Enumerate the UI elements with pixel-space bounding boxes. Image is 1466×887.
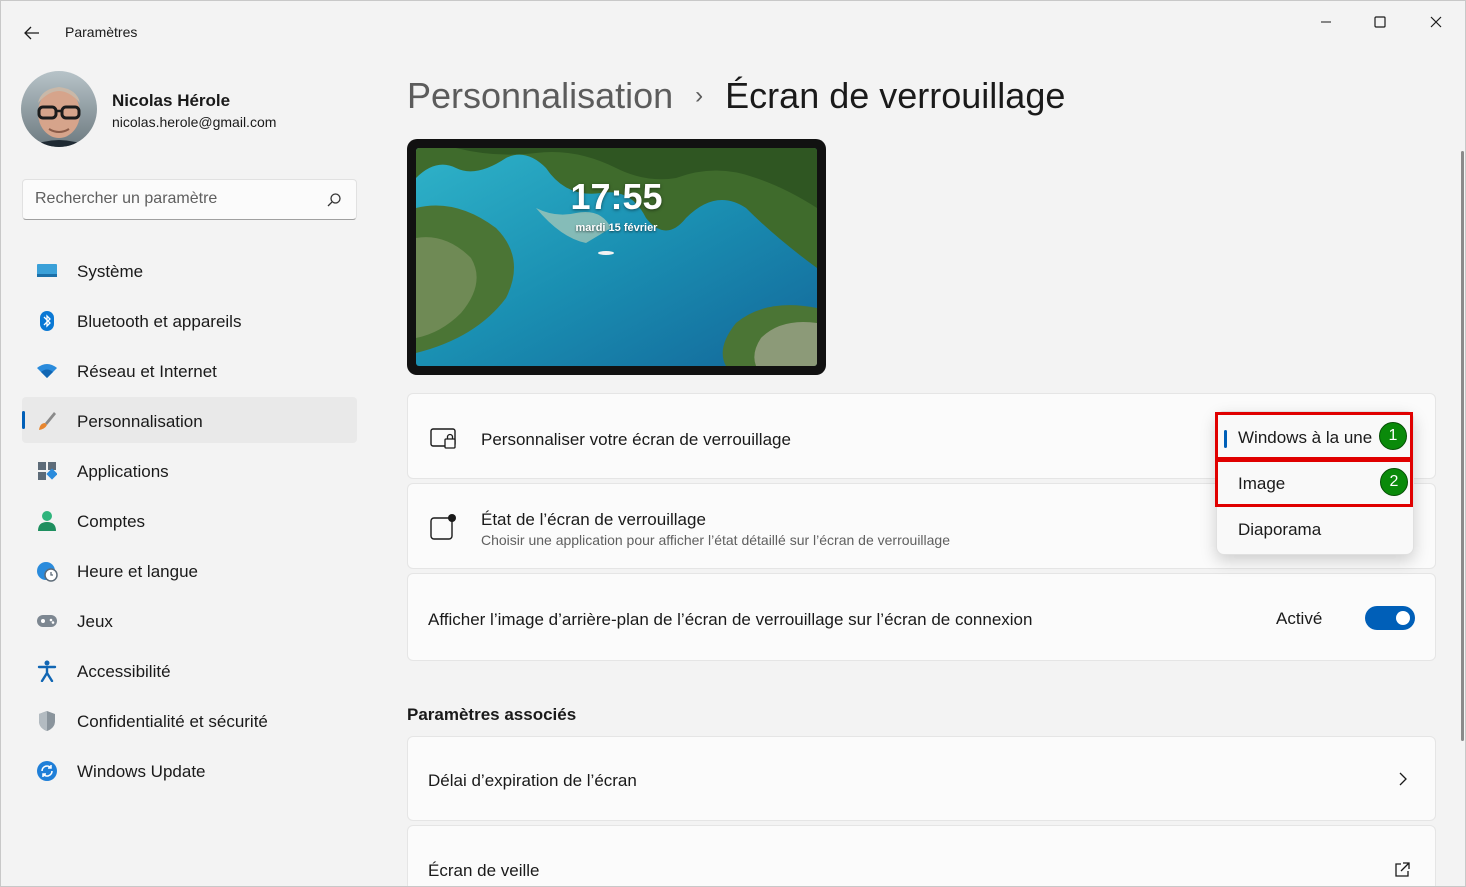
breadcrumb-separator: › (695, 82, 704, 109)
maximize-button[interactable] (1357, 7, 1403, 37)
screen-saver-label: Écran de veille (428, 861, 540, 880)
avatar[interactable] (21, 71, 97, 147)
close-icon (1430, 16, 1442, 28)
status-title: État de l’écran de verrouillage (481, 510, 706, 529)
breadcrumb: Personnalisation › Écran de verrouillage (407, 75, 1065, 117)
close-button[interactable] (1413, 7, 1459, 37)
signin-background-title: Afficher l’image d’arrière-plan de l’écr… (428, 610, 1033, 629)
sidebar-item-time-language[interactable]: Heure et langue (22, 547, 357, 593)
bluetooth-icon (36, 310, 58, 332)
search-box[interactable] (22, 179, 357, 220)
wifi-icon (36, 360, 58, 382)
personalize-title: Personnaliser votre écran de verrouillag… (481, 430, 791, 449)
signin-background-card: Afficher l’image d’arrière-plan de l’écr… (407, 573, 1436, 661)
globe-clock-icon (36, 560, 58, 582)
back-button[interactable] (15, 21, 49, 45)
status-app-icon (430, 512, 458, 540)
sidebar-item-bluetooth[interactable]: Bluetooth et appareils (22, 297, 357, 343)
sidebar-item-label: Heure et langue (77, 562, 198, 581)
apps-icon (36, 460, 58, 482)
sidebar-item-label: Personnalisation (77, 412, 203, 431)
sidebar-item-windows-update[interactable]: Windows Update (22, 747, 357, 793)
sidebar-item-gaming[interactable]: Jeux (22, 597, 357, 643)
sidebar-item-personalization[interactable]: Personnalisation (22, 397, 357, 443)
sidebar-item-label: Réseau et Internet (77, 362, 217, 381)
option-slideshow[interactable]: Diaporama (1221, 510, 1411, 550)
user-email: nicolas.herole@gmail.com (112, 114, 277, 130)
preview-image: 17:55 mardi 15 février (416, 148, 817, 366)
app-title: Paramètres (65, 24, 138, 40)
update-icon (36, 760, 58, 782)
maximize-icon (1374, 16, 1386, 28)
toggle-state-label: Activé (1276, 609, 1323, 628)
screen-saver-link[interactable]: Écran de veille (407, 825, 1436, 886)
status-subtitle: Choisir une application pour afficher l’… (481, 532, 951, 548)
page-title: Écran de verrouillage (725, 75, 1066, 116)
preview-time: 17:55 (570, 176, 663, 217)
sidebar-item-accessibility[interactable]: Accessibilité (22, 647, 357, 693)
lock-screen-icon (430, 424, 458, 452)
accessibility-icon (36, 660, 58, 682)
brush-icon (36, 410, 58, 432)
person-icon (36, 510, 58, 532)
screen-timeout-label: Délai d’expiration de l’écran (428, 771, 637, 790)
preview-date: mardi 15 février (575, 222, 658, 234)
title-bar: Paramètres (1, 1, 1465, 63)
screen-timeout-link[interactable]: Délai d’expiration de l’écran (407, 736, 1436, 821)
related-settings-title: Paramètres associés (407, 705, 577, 724)
step-badge-2: 2 (1380, 468, 1408, 496)
system-icon (36, 260, 58, 282)
user-name: Nicolas Hérole (112, 91, 231, 110)
sidebar-item-system[interactable]: Système (22, 247, 357, 293)
settings-window: Paramètres Nicolas Hérole nicolas.herole… (0, 0, 1466, 887)
sidebar-item-apps[interactable]: Applications (22, 447, 357, 493)
sidebar-item-label: Applications (77, 462, 169, 481)
minimize-icon (1321, 21, 1331, 23)
sidebar-nav: Système Bluetooth et appareils Réseau et… (22, 247, 357, 797)
chevron-right-icon (1399, 772, 1407, 786)
sidebar-item-label: Comptes (77, 512, 146, 531)
toggle-knob (1396, 611, 1410, 625)
breadcrumb-parent[interactable]: Personnalisation (407, 75, 673, 116)
scrollbar[interactable] (1461, 151, 1464, 741)
sidebar-item-label: Bluetooth et appareils (77, 312, 242, 331)
search-icon[interactable] (326, 192, 342, 208)
search-input[interactable] (35, 190, 315, 208)
sidebar-item-network[interactable]: Réseau et Internet (22, 347, 357, 393)
sidebar-item-label: Jeux (77, 612, 113, 631)
sidebar-item-privacy[interactable]: Confidentialité et sécurité (22, 697, 357, 743)
lock-screen-preview: 17:55 mardi 15 février (407, 139, 826, 375)
sidebar-item-accounts[interactable]: Comptes (22, 497, 357, 543)
gamepad-icon (36, 610, 58, 632)
sidebar-item-label: Windows Update (77, 762, 206, 781)
option-label: Diaporama (1238, 520, 1322, 539)
sidebar-item-label: Accessibilité (77, 662, 171, 681)
back-arrow-icon (24, 26, 39, 40)
shield-icon (36, 710, 58, 732)
signin-background-toggle[interactable] (1365, 606, 1415, 630)
minimize-button[interactable] (1303, 7, 1349, 37)
sidebar-item-label: Confidentialité et sécurité (77, 712, 268, 731)
sidebar-item-label: Système (77, 262, 144, 281)
external-link-icon (1395, 862, 1410, 877)
step-badge-1: 1 (1379, 422, 1407, 450)
